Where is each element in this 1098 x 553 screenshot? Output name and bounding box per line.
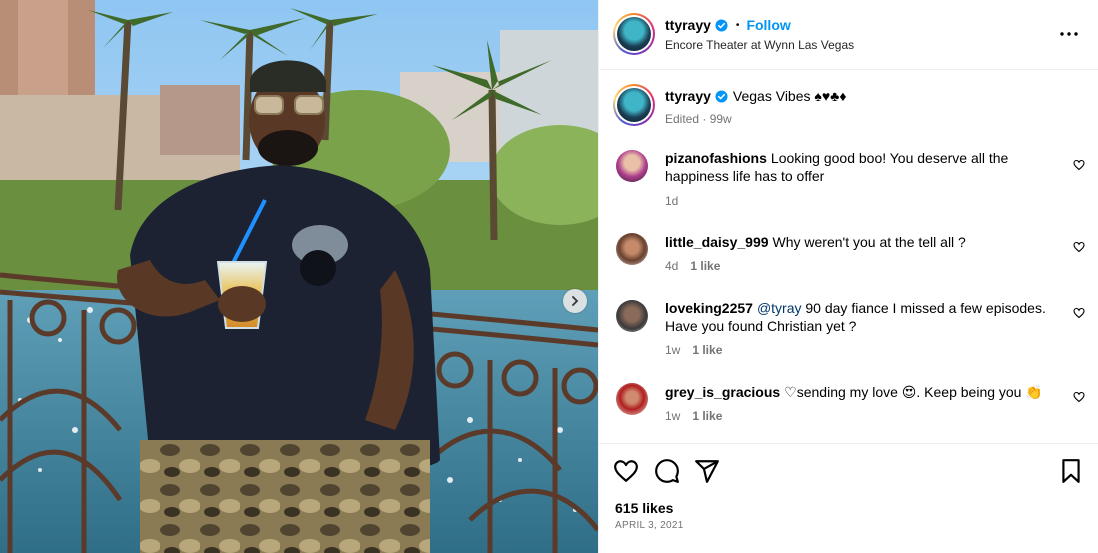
comment-time[interactable]: 4d <box>665 259 678 273</box>
author-username[interactable]: ttyrayy <box>665 17 711 33</box>
comments-section[interactable]: ttyrayy Vegas Vibes ♠♥♣♦ Edited · 99w pi… <box>599 71 1098 443</box>
comment-meta: 1d <box>665 194 678 208</box>
post-photo <box>0 0 598 553</box>
comment-icon[interactable] <box>654 458 680 484</box>
next-photo-button[interactable] <box>563 289 587 313</box>
commenter-avatar[interactable] <box>616 300 648 332</box>
verified-badge-icon <box>715 89 728 103</box>
commenter-username[interactable]: little_daisy_999 <box>665 234 769 250</box>
action-bar: 615 likes APRIL 3, 2021 <box>599 443 1098 553</box>
likes-count[interactable]: 615 likes <box>615 500 673 516</box>
separator-dot: • <box>735 19 740 31</box>
comment-meta: 4d 1 like <box>665 259 720 273</box>
commenter-avatar[interactable] <box>616 150 648 182</box>
post-header: ttyrayy • Follow Encore Theater at Wynn … <box>599 0 1098 70</box>
heart-eyes-emoji: 😍 <box>901 384 917 400</box>
clapping-emoji: 👏 <box>1025 384 1043 400</box>
verified-badge-icon <box>715 18 728 32</box>
post-dialog: ttyrayy • Follow Encore Theater at Wynn … <box>0 0 1098 553</box>
commenter-username[interactable]: grey_is_gracious <box>665 384 780 400</box>
bookmark-icon[interactable] <box>1058 458 1084 484</box>
comment-likes[interactable]: 1 like <box>692 409 722 423</box>
caption-meta: Edited · 99w <box>665 112 732 126</box>
comment-mention[interactable]: @tyray <box>757 300 802 316</box>
commenter-avatar[interactable] <box>616 383 648 415</box>
post-media[interactable] <box>0 0 598 553</box>
comment-text: little_daisy_999 Why weren't you at the t… <box>665 233 1060 251</box>
comment-time[interactable]: 1w <box>665 343 680 357</box>
heart-icon[interactable] <box>1073 391 1085 403</box>
comment-body: Why weren't you at the tell all ? <box>772 234 966 250</box>
post-location[interactable]: Encore Theater at Wynn Las Vegas <box>665 38 854 52</box>
more-icon[interactable] <box>1057 22 1081 46</box>
comment-time[interactable]: 1d <box>665 194 678 208</box>
caption-text: Vegas Vibes ♠♥♣♦ <box>732 88 847 104</box>
comment-meta: 1w 1 like <box>665 409 722 423</box>
caption: ttyrayy Vegas Vibes ♠♥♣♦ <box>665 88 846 104</box>
heart-icon[interactable] <box>1073 159 1085 171</box>
caption-username[interactable]: ttyrayy <box>665 88 711 104</box>
commenter-avatar[interactable] <box>616 233 648 265</box>
commenter-username[interactable]: pizanofashions <box>665 150 767 166</box>
post-date: APRIL 3, 2021 <box>615 520 684 531</box>
chevron-right-icon <box>572 296 579 306</box>
comment-likes[interactable]: 1 like <box>692 343 722 357</box>
comment-text: grey_is_gracious ♡sending my love 😍. Keep… <box>665 383 1060 401</box>
comment-likes[interactable]: 1 like <box>690 259 720 273</box>
comment-text: loveking2257 @tyray 90 day fiance I misse… <box>665 299 1060 335</box>
author-row: ttyrayy • Follow <box>665 17 791 33</box>
heart-icon[interactable] <box>1073 307 1085 319</box>
comment-body: ♡sending my love <box>784 384 902 400</box>
comment-text: pizanofashions Looking good boo! You dese… <box>665 149 1060 185</box>
commenter-username[interactable]: loveking2257 <box>665 300 753 316</box>
post-side-panel: ttyrayy • Follow Encore Theater at Wynn … <box>598 0 1098 553</box>
send-icon[interactable] <box>694 458 720 484</box>
author-avatar[interactable] <box>613 13 655 55</box>
caption-avatar[interactable] <box>613 84 655 126</box>
follow-button[interactable]: Follow <box>746 17 790 33</box>
comment-time[interactable]: 1w <box>665 409 680 423</box>
heart-icon[interactable] <box>1073 241 1085 253</box>
comment-meta: 1w 1 like <box>665 343 722 357</box>
heart-icon[interactable] <box>613 458 639 484</box>
comment-body: . Keep being you <box>916 384 1026 400</box>
